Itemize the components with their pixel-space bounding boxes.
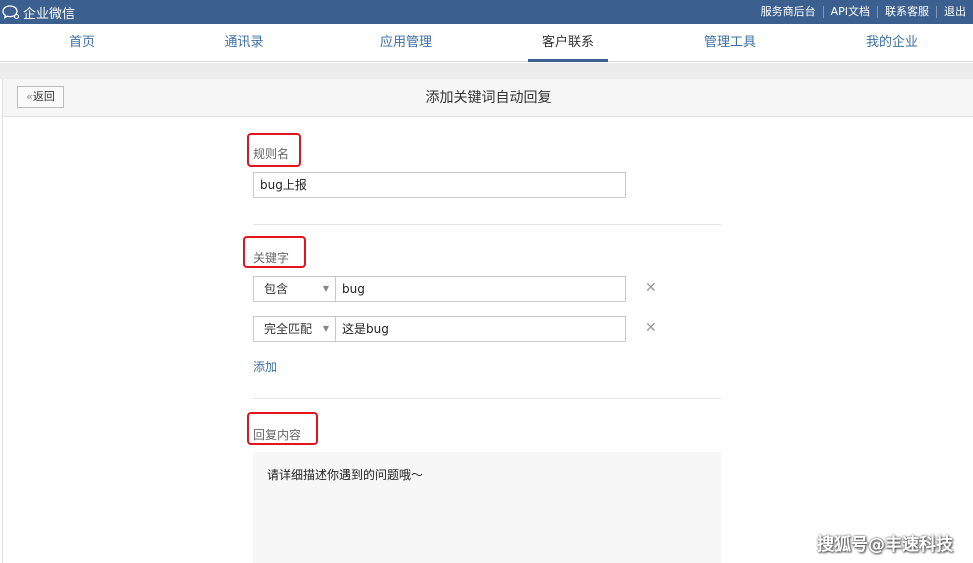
match-type-select[interactable]: 完全匹配 ▼ [253, 316, 335, 342]
back-button[interactable]: «返回 [17, 86, 64, 108]
page-title: 添加关键词自动回复 [425, 90, 552, 106]
section-divider [253, 224, 721, 225]
back-button-label: 返回 [32, 90, 55, 103]
reply-content-label: 回复内容 [253, 428, 302, 442]
dropdown-arrow-icon: ▼ [322, 284, 329, 293]
rule-name-input[interactable]: bug上报 [253, 172, 626, 198]
double-chevron-left-icon: « [26, 90, 33, 103]
app-logo[interactable]: 企业微信 [2, 3, 76, 22]
rule-name-label: 规则名 [253, 147, 290, 161]
keyword-input[interactable]: bug [335, 276, 626, 302]
contact-support-link[interactable]: 联系客服 [877, 6, 936, 18]
top-bar: 企业微信 服务商后台 API文档 联系客服 退出 [0, 0, 973, 24]
nav-tab-app-management[interactable]: 应用管理 [366, 24, 446, 62]
api-docs-link[interactable]: API文档 [822, 6, 877, 18]
page-gutter [0, 63, 973, 79]
section-divider [253, 398, 721, 399]
dropdown-arrow-icon: ▼ [322, 324, 329, 333]
wecom-logo-icon [2, 5, 20, 20]
form-card: 添加关键词自动回复 «返回 规则名 bug上报 关键字 包含 ▼ bug ✕ 完… [2, 79, 973, 563]
match-type-select[interactable]: 包含 ▼ [253, 276, 335, 302]
nav-tab-contacts[interactable]: 通讯录 [204, 24, 284, 62]
add-keyword-link[interactable]: 添加 [253, 358, 277, 375]
page-header: 添加关键词自动回复 «返回 [3, 79, 973, 117]
app-name: 企业微信 [23, 6, 76, 22]
watermark-text: 搜狐号@丰速科技 [817, 535, 953, 555]
nav-tab-home[interactable]: 首页 [42, 24, 122, 62]
match-type-value: 完全匹配 [264, 322, 313, 336]
main-nav: 首页 通讯录 应用管理 客户联系 管理工具 我的企业 [0, 24, 973, 62]
provider-backend-link[interactable]: 服务商后台 [754, 6, 823, 18]
logout-link[interactable]: 退出 [936, 6, 973, 18]
remove-keyword-icon[interactable]: ✕ [645, 280, 657, 296]
nav-tab-my-enterprise[interactable]: 我的企业 [852, 24, 932, 62]
remove-keyword-icon[interactable]: ✕ [645, 320, 657, 336]
keyword-label: 关键字 [253, 251, 290, 265]
keyword-input[interactable]: 这是bug [335, 316, 626, 342]
match-type-value: 包含 [264, 282, 289, 296]
top-links: 服务商后台 API文档 联系客服 退出 [754, 0, 973, 24]
nav-tab-management-tools[interactable]: 管理工具 [690, 24, 770, 62]
nav-tab-customer-contact[interactable]: 客户联系 [528, 24, 608, 62]
reply-content-textarea[interactable]: 请详细描述你遇到的问题哦～ [253, 452, 721, 563]
